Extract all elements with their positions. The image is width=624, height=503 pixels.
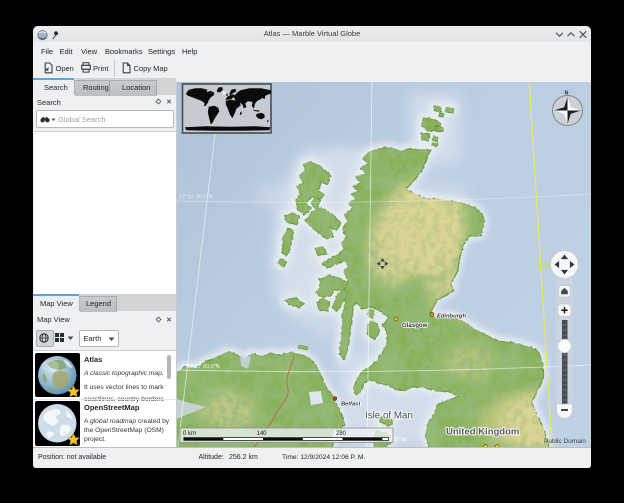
- svg-text:Belfast: Belfast: [341, 402, 361, 408]
- svg-text:140: 140: [257, 431, 268, 437]
- svg-text:280: 280: [336, 431, 347, 437]
- svg-text:55°00' 00.0"N: 55°00' 00.0"N: [186, 364, 220, 370]
- svg-text:Public Domain: Public Domain: [544, 438, 586, 445]
- svg-text:57°30' 00.0"N: 57°30' 00.0"N: [179, 195, 213, 201]
- svg-text:Glasgow: Glasgow: [402, 322, 428, 329]
- svg-text:United Kingdom: United Kingdom: [446, 427, 519, 438]
- svg-text:Edinburgh: Edinburgh: [437, 314, 466, 320]
- svg-text:Isle of Man: Isle of Man: [365, 411, 413, 422]
- svg-text:0 km: 0 km: [183, 431, 196, 437]
